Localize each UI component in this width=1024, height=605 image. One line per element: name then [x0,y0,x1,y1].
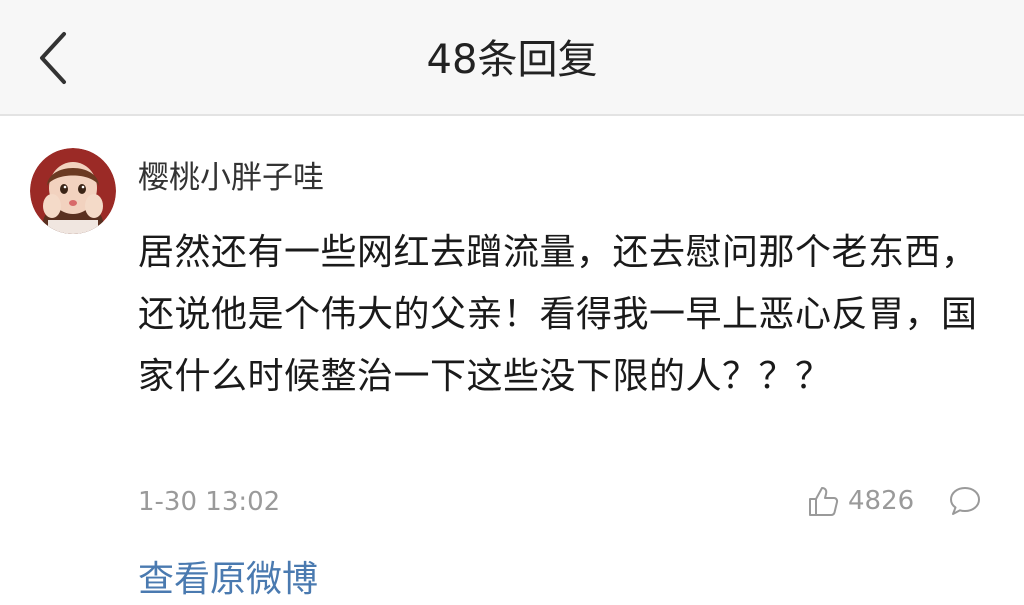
thumbs-up-icon [809,487,839,516]
comment-text: 居然还有一些网红去蹭流量，还去慰问那个老东西，还说他是个伟大的父亲！看得我一早上… [138,232,978,397]
page-title: 48条回复 [426,37,598,83]
top-bar: 48条回复 [0,0,1024,116]
comment-bubble-icon[interactable] [948,484,982,518]
comment-username[interactable]: 樱桃小胖子哇 [138,156,324,200]
avatar[interactable] [30,148,116,234]
like-button[interactable]: 4826 [806,481,914,521]
like-count: 4826 [848,486,915,516]
comment-timestamp: 1-30 13:02 [138,487,281,517]
user-avatar-icon [30,148,116,234]
view-original-weibo-link[interactable]: 查看原微博 [138,555,318,605]
